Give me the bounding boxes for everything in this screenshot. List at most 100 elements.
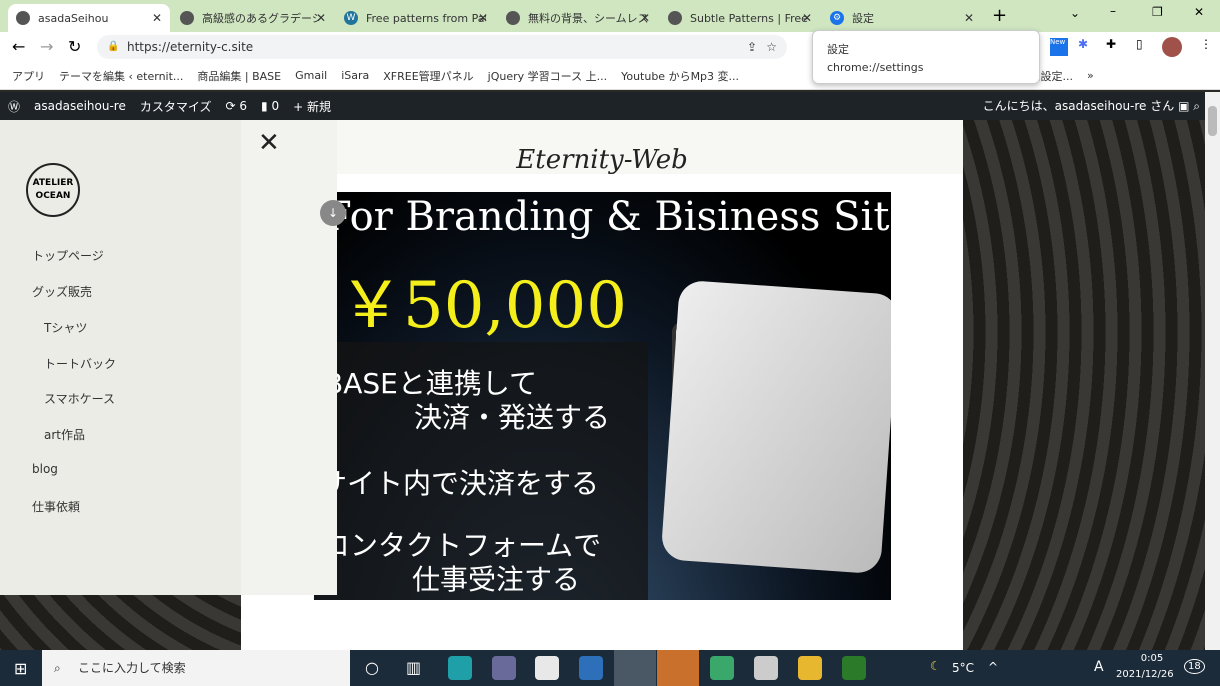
minimize-button[interactable]: – — [1110, 4, 1116, 18]
chrome-icon[interactable] — [614, 650, 656, 686]
search-icon[interactable]: ⌕ — [1193, 99, 1200, 113]
menu-item-top[interactable]: トップページ — [32, 247, 104, 264]
maximize-button[interactable]: ❐ — [1152, 5, 1163, 19]
taskbar-search[interactable]: ⌕ ここに入力して検索 — [42, 650, 350, 686]
banner-title: For Branding & Bisiness Site — [324, 194, 891, 240]
close-tab-icon[interactable]: ✕ — [478, 11, 488, 25]
bookmark-star-icon[interactable]: ☆ — [766, 35, 777, 59]
banner-line: 決済・発送する — [414, 401, 611, 434]
menu-item-blog[interactable]: blog — [32, 462, 58, 476]
plus-icon: + — [293, 99, 307, 114]
tray-chevron-icon[interactable]: ^ — [988, 660, 998, 674]
avatar[interactable] — [1162, 37, 1182, 57]
tab-seamless[interactable]: 無料の背景、シームレスな ✕ — [498, 4, 658, 32]
bookmark-theme-edit[interactable]: テーマを編集 ‹ eternit... — [59, 68, 183, 84]
windows-start-icon[interactable]: ⊞ — [14, 659, 27, 678]
extension-new-icon[interactable]: New — [1050, 38, 1068, 56]
globe-icon — [506, 11, 520, 25]
tab-search-button[interactable]: ⌄ — [1070, 6, 1080, 20]
clock-date[interactable]: 2021/12/26 — [1116, 669, 1174, 680]
reload-icon[interactable]: ↻ — [68, 37, 81, 56]
banner-price: ￥50,000 — [339, 269, 627, 343]
bookmark-base[interactable]: 商品編集 | BASE — [197, 68, 281, 84]
tab-bar: asadaSeihou ✕ 高級感のあるグラデーショ ✕ W Free pattern… — [0, 0, 1220, 32]
banner-line: 仕事受注する — [412, 563, 581, 596]
menu-item-request[interactable]: 仕事依頼 — [32, 498, 80, 515]
globe-icon — [16, 11, 30, 25]
bookmark-youtube-mp3[interactable]: Youtube からMp3 変... — [621, 68, 739, 84]
menu-item-phonecase[interactable]: スマホケース — [44, 390, 115, 407]
wp-updates-link[interactable]: ⟳ 6 — [226, 99, 248, 113]
address-bar[interactable]: 🔒 https://eternity-c.site ⇪ ☆ — [97, 35, 787, 59]
wp-account-link[interactable]: こんにちは、asadaseihou-re さん ▣ ⌕ — [983, 92, 1200, 120]
search-icon: ⌕ — [54, 661, 61, 675]
tab-asadaseihou[interactable]: asadaSeihou ✕ — [8, 4, 170, 32]
app-green-icon[interactable] — [710, 656, 734, 680]
menu-item-goods[interactable]: グッズ販売 — [32, 283, 92, 300]
clock-time[interactable]: 0:05 — [1130, 653, 1174, 664]
back-icon[interactable]: ← — [12, 37, 25, 56]
ime-indicator[interactable]: A — [1094, 659, 1104, 675]
wordpress-logo-icon[interactable]: Ⓦ — [8, 98, 20, 115]
gear-icon: ⚙ — [830, 11, 844, 25]
cortana-icon[interactable]: ○ — [365, 658, 379, 677]
tab-free-patterns[interactable]: W Free patterns from Pat ✕ — [336, 4, 496, 32]
menu-icon[interactable]: ⋮ — [1200, 37, 1212, 51]
app-icon[interactable] — [492, 656, 516, 680]
close-tab-icon[interactable]: ✕ — [316, 11, 326, 25]
sidebar-icon[interactable]: ▯ — [1136, 37, 1143, 51]
user-icon: ▣ — [1178, 99, 1190, 113]
globe-icon — [180, 11, 194, 25]
new-tab-button[interactable]: + — [992, 5, 1007, 26]
close-tab-icon[interactable]: ✕ — [152, 11, 162, 25]
store-icon[interactable] — [535, 656, 559, 680]
file-explorer-icon[interactable] — [798, 656, 822, 680]
close-drawer-icon[interactable]: ✕ — [258, 128, 280, 158]
wordpress-icon: W — [344, 11, 358, 25]
bookmark-apps[interactable]: アプリ — [12, 68, 45, 84]
updates-icon: ⟳ — [225, 99, 240, 113]
wp-site-link[interactable]: asadaseihou-re — [34, 99, 126, 113]
forward-icon[interactable]: → — [40, 37, 53, 56]
menu-item-tshirt[interactable]: Tシャツ — [44, 319, 87, 336]
edge-icon[interactable] — [448, 656, 472, 680]
bookmark-gmail[interactable]: Gmail — [295, 69, 327, 82]
close-tab-icon[interactable]: ✕ — [964, 11, 974, 25]
tab-settings[interactable]: ⚙ 設定 ✕ — [822, 4, 982, 32]
tab-gradient[interactable]: 高級感のあるグラデーショ ✕ — [172, 4, 334, 32]
lock-icon: 🔒 — [107, 41, 120, 52]
bookmark-jquery[interactable]: jQuery 学習コース 上... — [488, 68, 607, 84]
notification-center-icon[interactable]: 18 — [1184, 659, 1205, 674]
weather-icon[interactable]: ☾ — [930, 659, 941, 673]
logo[interactable]: ATELIER OCEAN — [26, 163, 80, 217]
close-tab-icon[interactable]: ✕ — [802, 11, 812, 25]
bookmark-xfree[interactable]: XFREE管理パネル — [383, 68, 473, 84]
scrollbar[interactable] — [1205, 92, 1220, 650]
more-bookmarks-icon[interactable]: » — [1087, 69, 1094, 82]
vscode-icon[interactable] — [657, 650, 699, 686]
menu-item-art[interactable]: art作品 — [44, 426, 85, 443]
share-icon[interactable]: ⇪ — [747, 35, 757, 59]
hero-banner: For Branding & Bisiness Site ￥50,000 BAS… — [314, 192, 891, 600]
globe-icon — [668, 11, 682, 25]
close-tab-icon[interactable]: ✕ — [640, 11, 650, 25]
app-window-icon[interactable] — [754, 656, 778, 680]
task-view-icon[interactable]: ▥ — [406, 658, 421, 677]
tab-subtle-patterns[interactable]: Subtle Patterns | Free ✕ — [660, 4, 820, 32]
bookmark-isara[interactable]: iSara — [341, 69, 369, 82]
banner-line: サイト内で決済をする — [319, 467, 600, 500]
photos-icon[interactable] — [579, 656, 603, 680]
weather-temp[interactable]: 5°C — [952, 661, 974, 675]
comment-icon: ▮ — [261, 99, 272, 113]
window-close-button[interactable]: ✕ — [1194, 5, 1204, 19]
puzzle-icon[interactable]: ✚ — [1106, 37, 1116, 51]
wp-comments-link[interactable]: ▮ 0 — [261, 99, 279, 113]
wp-new-link[interactable]: + 新規 — [293, 98, 331, 115]
ffftp-icon[interactable] — [842, 656, 866, 680]
extension-icon[interactable]: ✱ — [1078, 37, 1088, 51]
menu-item-totebag[interactable]: トートバック — [44, 355, 116, 372]
scrollbar-thumb[interactable] — [1208, 106, 1217, 136]
scroll-down-icon[interactable]: ↓ — [320, 200, 346, 226]
site-title[interactable]: Eternity-Web — [241, 120, 963, 175]
wp-customize-link[interactable]: カスタマイズ — [140, 98, 212, 115]
